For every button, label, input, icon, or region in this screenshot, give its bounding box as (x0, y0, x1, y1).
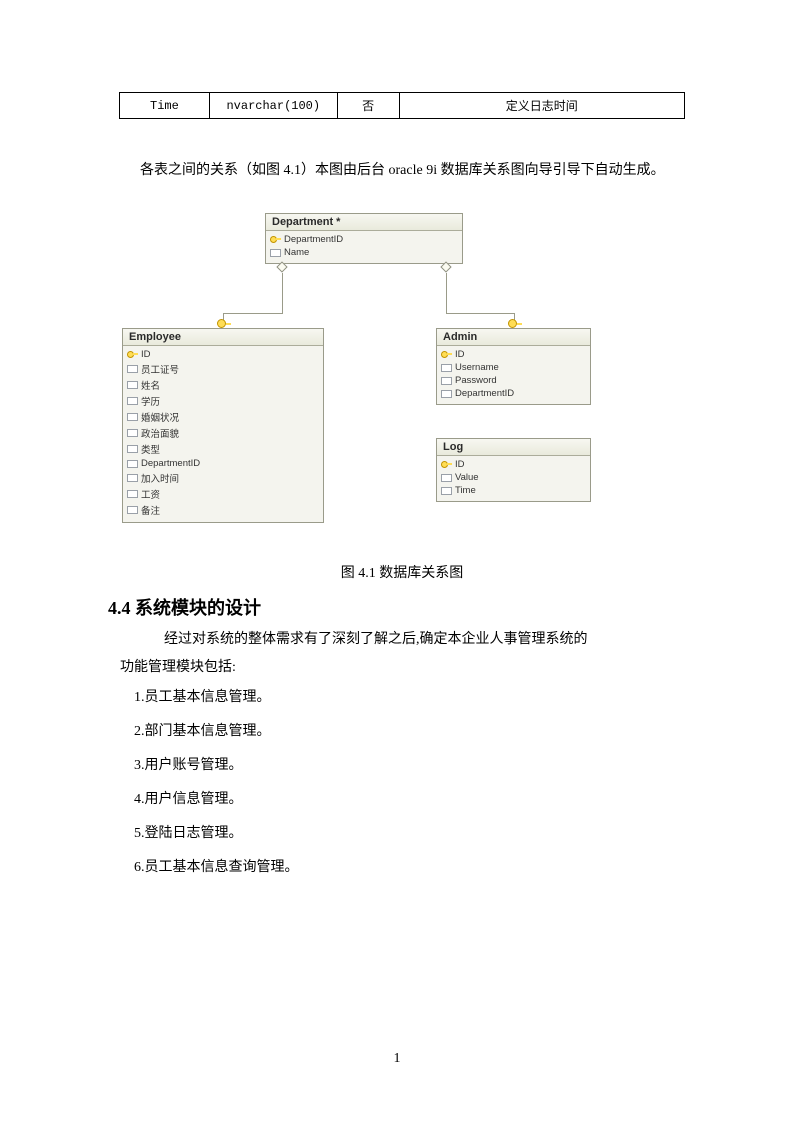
table-row: Time nvarchar(100) 否 定义日志时间 (119, 92, 685, 119)
column-icon (441, 364, 452, 372)
entity-title: Admin (437, 329, 590, 346)
entity-employee: Employee ID 员工证号 姓名 学历 婚姻状况 政治面貌 类型 Depa… (122, 328, 324, 523)
field-label: Password (455, 375, 497, 386)
list-item: 6.员工基本信息查询管理。 (134, 856, 696, 880)
field-label: 工资 (141, 487, 160, 501)
entity-log: Log ID Value Time (436, 438, 591, 502)
cell-null: 否 (337, 93, 399, 119)
field-label: 员工证号 (141, 362, 179, 376)
entity-admin: Admin ID Username Password DepartmentID (436, 328, 591, 405)
intro-paragraph: 各表之间的关系（如图 4.1）本图由后台 oracle 9i 数据库关系图向导引… (112, 159, 696, 183)
field-label: DepartmentID (455, 388, 514, 399)
relation-key-icon (508, 319, 517, 328)
cell-field: Time (120, 93, 210, 119)
key-icon (441, 460, 452, 469)
field-label: 婚姻状况 (141, 410, 179, 424)
field-label: ID (455, 459, 465, 470)
column-icon (127, 413, 138, 421)
cell-type: nvarchar(100) (209, 93, 337, 119)
section-intro: 经过对系统的整体需求有了深刻了解之后,确定本企业人事管理系统的 (108, 628, 696, 652)
field-label: DepartmentID (284, 234, 343, 245)
list-item: 5.登陆日志管理。 (134, 822, 696, 846)
entity-title: Employee (123, 329, 323, 346)
connector-line (446, 313, 514, 314)
field-label: 加入时间 (141, 471, 179, 485)
list-item: 2.部门基本信息管理。 (134, 720, 696, 744)
column-icon (127, 445, 138, 453)
column-icon (127, 397, 138, 405)
column-icon (127, 490, 138, 498)
entity-title: Log (437, 439, 590, 456)
field-label: ID (455, 349, 465, 360)
column-icon (441, 474, 452, 482)
field-label: ID (141, 349, 151, 360)
field-label: 政治面貌 (141, 426, 179, 440)
column-icon (127, 474, 138, 482)
column-icon (270, 249, 281, 257)
column-icon (441, 390, 452, 398)
section-sub: 功能管理模块包括: (120, 656, 696, 680)
connector-line (223, 313, 283, 314)
connector-line (446, 273, 447, 313)
column-icon (127, 365, 138, 373)
figure-caption: 图 4.1 数据库关系图 (108, 562, 696, 586)
er-diagram: Department * DepartmentID Name Employee … (122, 213, 682, 558)
list-item: 1.员工基本信息管理。 (134, 686, 696, 710)
entity-title: Department * (266, 214, 462, 231)
column-icon (127, 381, 138, 389)
field-label: 类型 (141, 442, 160, 456)
section-heading: 4.4 系统模块的设计 (108, 594, 696, 620)
field-label: 学历 (141, 394, 160, 408)
field-label: 姓名 (141, 378, 160, 392)
column-icon (127, 460, 138, 468)
list-item: 4.用户信息管理。 (134, 788, 696, 812)
column-icon (441, 377, 452, 385)
column-icon (441, 487, 452, 495)
column-icon (127, 506, 138, 514)
field-label: 备注 (141, 503, 160, 517)
field-label: Name (284, 247, 309, 258)
entity-department: Department * DepartmentID Name (265, 213, 463, 264)
connector-line (282, 273, 283, 313)
page-number: 1 (0, 1051, 794, 1067)
field-label: Value (455, 472, 479, 483)
field-label: Time (455, 485, 476, 496)
field-label: Username (455, 362, 499, 373)
key-icon (270, 235, 281, 244)
relation-key-icon (217, 319, 226, 328)
key-icon (441, 350, 452, 359)
cell-desc: 定义日志时间 (399, 93, 684, 119)
column-icon (127, 429, 138, 437)
key-icon (127, 350, 138, 359)
field-label: DepartmentID (141, 458, 200, 469)
list-item: 3.用户账号管理。 (134, 754, 696, 778)
